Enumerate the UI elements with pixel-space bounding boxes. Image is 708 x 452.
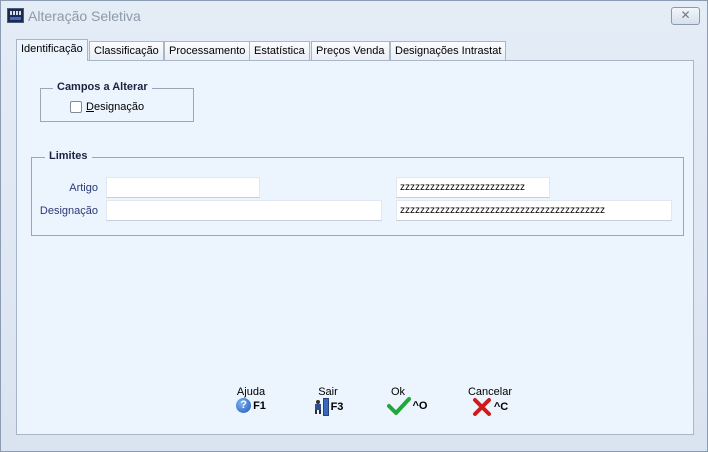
tab-precos-venda[interactable]: Preços Venda (311, 41, 390, 60)
ajuda-shortcut: F1 (253, 399, 266, 412)
designacao-to-input[interactable]: zzzzzzzzzzzzzzzzzzzzzzzzzzzzzzzzzzzzzzzz… (396, 200, 672, 221)
limites-group: Limites Artigo zzzzzzzzzzzzzzzzzzzzzzzzz… (31, 150, 684, 236)
tab-processamento[interactable]: Processamento (164, 41, 251, 60)
designacao-checkbox-label: Designação (86, 101, 144, 113)
artigo-to-input[interactable]: zzzzzzzzzzzzzzzzzzzzzzzzz (396, 177, 550, 198)
designacao-label: Designação (39, 205, 98, 217)
close-button[interactable]: ✕ (671, 7, 700, 25)
ok-shortcut: ^O (412, 400, 428, 412)
accelerator-letter: D (86, 101, 94, 113)
sair-row: F3 (302, 398, 354, 416)
sair-label: Sair (318, 386, 338, 398)
artigo-label: Artigo (69, 182, 98, 194)
check-icon (386, 397, 411, 415)
limites-group-title: Limites (45, 150, 92, 162)
campos-group-title: Campos a Alterar (53, 81, 152, 93)
tab-estatistica[interactable]: Estatística (249, 41, 310, 60)
designacao-from-input[interactable] (106, 200, 382, 221)
ajuda-label: Ajuda (236, 386, 266, 398)
sair-button[interactable]: Sair F3 (302, 386, 354, 416)
window-title: Alteração Seletiva (28, 8, 141, 24)
checkbox-label-rest: esignação (93, 101, 145, 113)
ok-button[interactable]: Ok ^O (377, 386, 437, 416)
ok-row: ^O (377, 396, 437, 416)
cancelar-row: ^C (458, 397, 522, 417)
title-bar[interactable]: Alteração Seletiva ✕ (1, 1, 707, 31)
designacao-checkbox-row[interactable]: Designação (70, 101, 144, 113)
tab-classificacao[interactable]: Classificação (89, 41, 164, 60)
designacao-checkbox[interactable] (70, 101, 82, 113)
close-icon: ✕ (680, 8, 691, 22)
ajuda-button[interactable]: Ajuda ? F1 (225, 386, 277, 413)
tab-panel-identificacao: Campos a Alterar Designação Limites Arti… (16, 60, 694, 435)
cancelar-shortcut: ^C (493, 401, 509, 413)
cancelar-button[interactable]: Cancelar ^C (458, 386, 522, 417)
main-window: Alteração Seletiva ✕ Identificação Class… (0, 0, 708, 452)
ajuda-row: ? F1 (225, 398, 277, 413)
tab-identificacao[interactable]: Identificação (16, 39, 88, 61)
campos-group: Campos a Alterar Designação (40, 81, 194, 122)
tab-designacoes-intrastat[interactable]: Designações Intrastat (390, 41, 507, 60)
exit-icon (313, 398, 329, 416)
help-icon: ? (236, 398, 252, 413)
artigo-from-input[interactable] (106, 177, 260, 198)
cancel-x-icon (472, 398, 491, 416)
sair-shortcut: F3 (330, 401, 344, 413)
app-icon (7, 8, 24, 23)
